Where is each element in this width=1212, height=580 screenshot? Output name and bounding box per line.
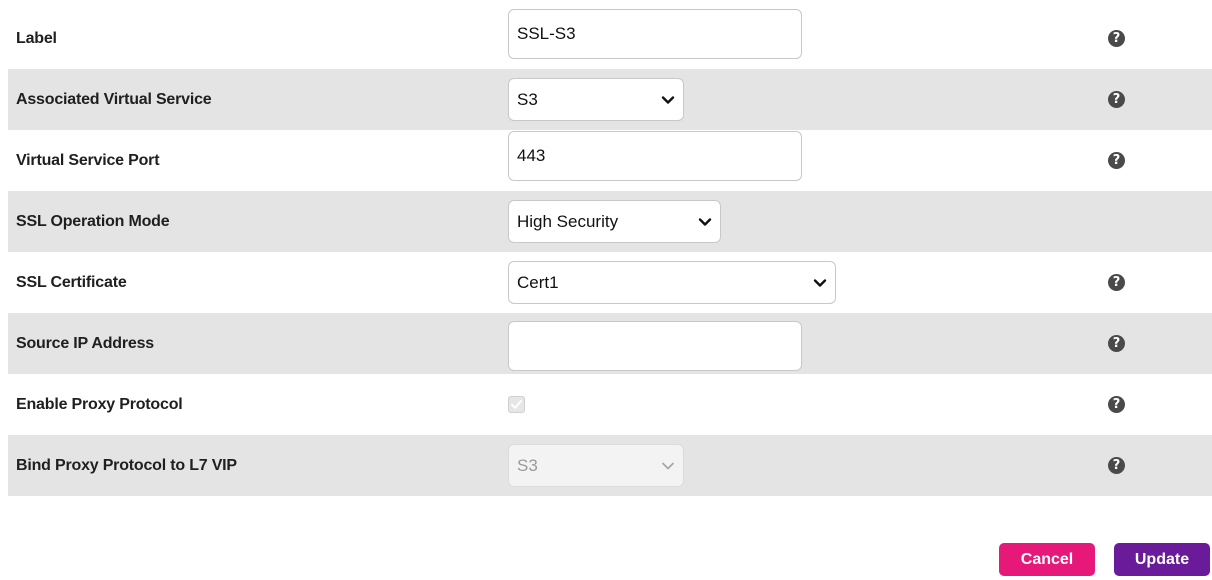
ssl-certificate-label: SSL Certificate	[16, 273, 127, 291]
help-icon[interactable]: ?	[1108, 152, 1125, 169]
ssl-operation-mode-select[interactable]: High Security	[508, 200, 721, 243]
row-bind-proxy-protocol: Bind Proxy Protocol to L7 VIP S3 ?	[8, 435, 1212, 496]
help-icon[interactable]: ?	[1108, 457, 1125, 474]
virtual-service-port-label: Virtual Service Port	[16, 151, 160, 169]
associated-virtual-service-label: Associated Virtual Service	[16, 90, 212, 108]
label-field-label: Label	[16, 29, 57, 47]
virtual-service-port-value: 443	[517, 146, 546, 165]
help-icon[interactable]: ?	[1108, 274, 1125, 291]
associated-virtual-service-select[interactable]: S3	[508, 78, 684, 121]
source-ip-address-input[interactable]	[508, 321, 802, 371]
update-button[interactable]: Update	[1114, 543, 1210, 576]
enable-proxy-protocol-checkbox[interactable]	[508, 396, 525, 413]
row-label: Label SSL-S3 ?	[8, 8, 1212, 69]
bind-proxy-protocol-select[interactable]: S3	[508, 444, 684, 487]
chevron-down-icon	[661, 95, 675, 104]
label-input-value: SSL-S3	[517, 24, 576, 43]
associated-virtual-service-value: S3	[517, 89, 538, 109]
help-icon[interactable]: ?	[1108, 91, 1125, 108]
check-icon	[511, 400, 522, 409]
help-icon[interactable]: ?	[1108, 30, 1125, 47]
help-icon[interactable]: ?	[1108, 335, 1125, 352]
source-ip-address-label: Source IP Address	[16, 334, 154, 352]
bind-proxy-protocol-value: S3	[517, 455, 538, 475]
chevron-down-icon	[698, 217, 712, 226]
ssl-operation-mode-value: High Security	[517, 211, 619, 231]
label-input[interactable]: SSL-S3	[508, 9, 802, 59]
row-ssl-operation-mode: SSL Operation Mode High Security	[8, 191, 1212, 252]
ssl-operation-mode-label: SSL Operation Mode	[16, 212, 170, 230]
chevron-down-icon	[813, 278, 827, 287]
row-ssl-certificate: SSL Certificate Cert1 ?	[8, 252, 1212, 313]
ssl-certificate-select[interactable]: Cert1	[508, 261, 836, 304]
row-source-ip-address: Source IP Address ?	[8, 313, 1212, 374]
row-virtual-service-port: Virtual Service Port 443 ?	[8, 130, 1212, 191]
row-associated-virtual-service: Associated Virtual Service S3 ?	[8, 69, 1212, 130]
help-icon[interactable]: ?	[1108, 396, 1125, 413]
chevron-down-icon	[662, 462, 674, 469]
virtual-service-port-input[interactable]: 443	[508, 131, 802, 181]
row-enable-proxy-protocol: Enable Proxy Protocol ?	[8, 374, 1212, 435]
bind-proxy-protocol-label: Bind Proxy Protocol to L7 VIP	[16, 456, 237, 474]
ssl-certificate-value: Cert1	[517, 272, 559, 292]
ssl-termination-form: Label SSL-S3 ? Associated Virtual Servic…	[8, 8, 1212, 496]
cancel-button[interactable]: Cancel	[999, 543, 1095, 576]
enable-proxy-protocol-label: Enable Proxy Protocol	[16, 395, 183, 413]
